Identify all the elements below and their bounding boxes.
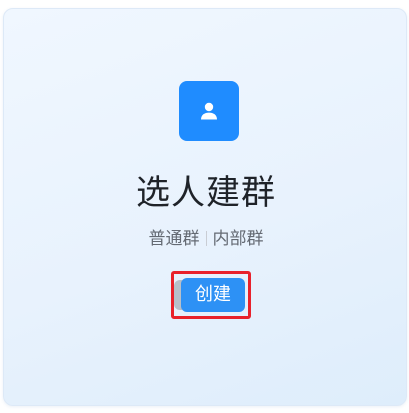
create-button-highlight: 创建 [171, 271, 251, 319]
card-title: 选人建群 [136, 173, 276, 213]
user-icon [198, 100, 220, 122]
subtitle-divider [205, 231, 207, 246]
group-avatar-tile [179, 81, 239, 141]
create-group-card: 选人建群 普通群 内部群 创建 [3, 8, 407, 406]
group-type-normal: 普通群 [148, 229, 200, 249]
group-type-subtitle: 普通群 内部群 [4, 227, 408, 251]
group-type-internal: 内部群 [212, 229, 264, 249]
create-button[interactable]: 创建 [181, 278, 245, 312]
